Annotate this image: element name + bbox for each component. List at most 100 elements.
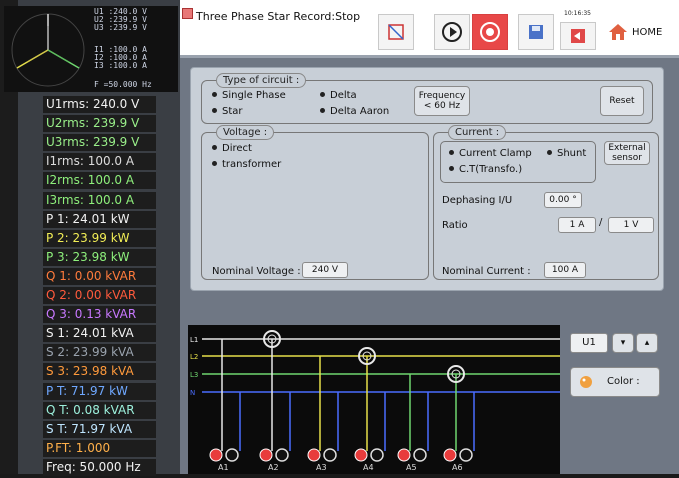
measurement-row: I1rms: 100.0 A	[43, 153, 156, 171]
red-terminal	[354, 448, 368, 462]
main-area: Three Phase Star Record:Stop 10:16:35 HO…	[180, 0, 679, 474]
external-sensor-button[interactable]: External sensor	[604, 141, 650, 165]
home-button[interactable]: HOME	[608, 14, 679, 50]
ratio-secondary-field[interactable]: 1 V	[608, 217, 654, 233]
red-terminal	[397, 448, 411, 462]
measurement-row: U1rms: 240.0 V	[43, 96, 156, 113]
ratio-label: Ratio	[442, 220, 468, 231]
frequency-readout: F =50.000 Hz	[94, 80, 152, 89]
measurement-row: P T: 71.97 kW	[43, 382, 156, 400]
home-icon	[609, 24, 627, 40]
grid-icon	[388, 24, 404, 40]
bus-label: L1	[190, 336, 198, 344]
black-terminal	[323, 448, 337, 462]
palette-icon	[580, 376, 592, 388]
circuit-type-group: Type of circuit : Single Phase Star Delt…	[201, 73, 653, 124]
color-label: Color :	[607, 376, 640, 387]
channel-down-button[interactable]: ▾	[612, 333, 634, 353]
red-terminal	[307, 448, 321, 462]
measurement-row: Q 2: 0.00 kVAR	[43, 287, 156, 304]
measurement-row: Q 1: 0.00 kVAR	[43, 267, 156, 285]
color-button[interactable]: Color :	[570, 367, 660, 397]
record-icon	[480, 22, 500, 42]
red-terminal	[443, 448, 457, 462]
terminal-label: A2	[268, 463, 279, 472]
measurement-row: Freq: 50.000 Hz	[43, 458, 156, 476]
voltage-readout: U1 :240.0 V U2 :239.9 V U3 :239.9 V	[94, 8, 147, 32]
record-button[interactable]	[472, 14, 508, 50]
vector-diagram: U1 :240.0 V U2 :239.9 V U3 :239.9 V I1 :10…	[4, 6, 178, 92]
measurement-row: I2rms: 100.0 A	[43, 172, 156, 190]
measurement-row: Q 3: 0.13 kVAR	[43, 306, 156, 324]
wiring-svg: L1 L2 L3 N A1 A2 A3 A4 A5 A6	[190, 330, 560, 472]
terminal-label: A3	[316, 463, 327, 472]
channel-up-button[interactable]: ▴	[636, 333, 658, 353]
config-form: Type of circuit : Single Phase Star Delt…	[190, 67, 664, 291]
red-terminal	[209, 448, 223, 462]
top-toolbar: Three Phase Star Record:Stop 10:16:35 HO…	[180, 0, 679, 58]
current-legend: Current :	[448, 125, 507, 140]
current-readout: I1 :100.0 A I2 :100.0 A I3 :100.0 A	[94, 46, 147, 70]
radio-current-clamp[interactable]: Current Clamp	[449, 148, 532, 159]
back-button[interactable]	[560, 22, 596, 50]
radio-delta-aaron[interactable]: Delta Aaron	[320, 106, 389, 117]
wiring-diagram: L1 L2 L3 N A1 A2 A3 A4 A5 A6	[188, 325, 560, 474]
black-terminal	[370, 448, 384, 462]
black-terminal	[275, 448, 289, 462]
dephasing-field[interactable]: 0.00 °	[544, 192, 582, 208]
window-title: Three Phase Star Record:Stop	[196, 10, 361, 23]
voltage-legend: Voltage :	[216, 125, 275, 140]
red-terminal	[259, 448, 273, 462]
ratio-primary-field[interactable]: 1 A	[558, 217, 596, 233]
home-label: HOME	[632, 26, 663, 38]
measurement-row: P 3: 23.98 kW	[43, 248, 156, 266]
reset-button[interactable]: Reset	[600, 86, 644, 116]
radio-ct[interactable]: C.T(Transfo.)	[449, 164, 522, 175]
measurement-row: Q T: 0.08 kVAR	[43, 401, 156, 419]
terminal-label: A6	[452, 463, 463, 472]
save-icon	[529, 25, 543, 39]
nominal-voltage-field[interactable]: 240 V	[302, 262, 348, 278]
radio-shunt[interactable]: Shunt	[547, 148, 586, 159]
dephasing-label: Dephasing I/U	[442, 195, 513, 206]
measurement-panel: U1 :240.0 V U2 :239.9 V U3 :239.9 V I1 :10…	[0, 0, 180, 476]
u3-readout: U3 :239.9 V	[94, 23, 147, 32]
play-button[interactable]	[434, 14, 470, 50]
app-icon	[182, 8, 193, 19]
frequency-button[interactable]: Frequency < 60 Hz	[414, 86, 470, 116]
measurement-row: U2rms: 239.9 V	[43, 115, 156, 133]
nominal-voltage-label: Nominal Voltage :	[212, 266, 301, 277]
grid-button[interactable]	[378, 14, 414, 50]
circuit-type-legend: Type of circuit :	[216, 73, 307, 88]
back-icon	[571, 29, 585, 43]
measurement-row: S T: 71.97 kVA	[43, 420, 156, 438]
terminal-label: A5	[406, 463, 417, 472]
save-button[interactable]	[518, 14, 554, 50]
nominal-current-label: Nominal Current :	[442, 266, 531, 277]
radio-delta[interactable]: Delta	[320, 90, 357, 101]
clock: 10:16:35	[564, 10, 591, 17]
sensor-type-box: Current Clamp Shunt C.T(Transfo.)	[440, 141, 596, 183]
current-group: Current : Current Clamp Shunt C.T(Transf…	[433, 125, 659, 280]
measurement-row: I3rms: 100.0 A	[43, 191, 156, 209]
measurement-row: U3rms: 239.9 V	[43, 134, 156, 152]
bus-label: L3	[190, 371, 198, 379]
terminal-label: A4	[363, 463, 374, 472]
nominal-current-field[interactable]: 100 A	[544, 262, 586, 278]
measurement-row: P 1: 24.01 kW	[43, 210, 156, 228]
bus-label: L2	[190, 353, 198, 361]
radio-transformer[interactable]: transformer	[212, 159, 281, 170]
i3-readout: I3 :100.0 A	[94, 61, 147, 70]
radio-single-phase[interactable]: Single Phase	[212, 90, 286, 101]
black-terminal	[413, 448, 427, 462]
channel-select[interactable]: U1	[570, 333, 608, 353]
measurement-row: S 3: 23.98 kVA	[43, 363, 156, 381]
ratio-separator: /	[599, 217, 603, 228]
measurement-row: S 1: 24.01 kVA	[43, 325, 156, 343]
terminal-label: A1	[218, 463, 229, 472]
black-terminal	[225, 448, 239, 462]
bus-label: N	[190, 389, 195, 397]
radio-star[interactable]: Star	[212, 106, 243, 117]
phasor-icon	[11, 13, 85, 87]
radio-direct[interactable]: Direct	[212, 143, 252, 154]
